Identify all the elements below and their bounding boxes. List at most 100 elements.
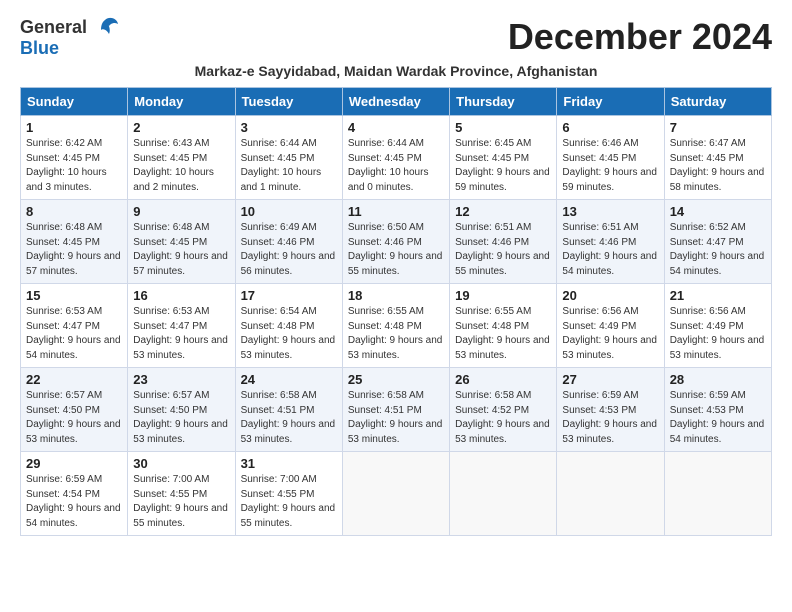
cell-info: Sunrise: 6:59 AMSunset: 4:54 PMDaylight:…: [26, 474, 121, 529]
cell-info: Sunrise: 7:00 AMSunset: 4:55 PMDaylight:…: [241, 474, 336, 529]
cell-info: Sunrise: 6:48 AMSunset: 4:45 PMDaylight:…: [26, 222, 121, 277]
day-number: 7: [670, 120, 766, 135]
calendar-cell: 31 Sunrise: 7:00 AMSunset: 4:55 PMDaylig…: [235, 452, 342, 536]
calendar-cell: 29 Sunrise: 6:59 AMSunset: 4:54 PMDaylig…: [21, 452, 128, 536]
day-number: 8: [26, 204, 122, 219]
calendar-cell: 25 Sunrise: 6:58 AMSunset: 4:51 PMDaylig…: [342, 368, 449, 452]
cell-info: Sunrise: 6:49 AMSunset: 4:46 PMDaylight:…: [241, 222, 336, 277]
cell-info: Sunrise: 6:55 AMSunset: 4:48 PMDaylight:…: [455, 306, 550, 361]
day-number: 11: [348, 204, 444, 219]
calendar-cell: [450, 452, 557, 536]
calendar-cell: 26 Sunrise: 6:58 AMSunset: 4:52 PMDaylig…: [450, 368, 557, 452]
cell-info: Sunrise: 6:58 AMSunset: 4:51 PMDaylight:…: [241, 390, 336, 445]
cell-info: Sunrise: 6:56 AMSunset: 4:49 PMDaylight:…: [670, 306, 765, 361]
cell-info: Sunrise: 6:57 AMSunset: 4:50 PMDaylight:…: [26, 390, 121, 445]
calendar-cell: [342, 452, 449, 536]
day-number: 3: [241, 120, 337, 135]
day-number: 30: [133, 456, 229, 471]
day-number: 1: [26, 120, 122, 135]
calendar-cell: 28 Sunrise: 6:59 AMSunset: 4:53 PMDaylig…: [664, 368, 771, 452]
day-number: 17: [241, 288, 337, 303]
weekday-header-saturday: Saturday: [664, 88, 771, 116]
cell-info: Sunrise: 6:53 AMSunset: 4:47 PMDaylight:…: [26, 306, 121, 361]
cell-info: Sunrise: 6:52 AMSunset: 4:47 PMDaylight:…: [670, 222, 765, 277]
weekday-header-wednesday: Wednesday: [342, 88, 449, 116]
calendar-cell: 30 Sunrise: 7:00 AMSunset: 4:55 PMDaylig…: [128, 452, 235, 536]
calendar-cell: 27 Sunrise: 6:59 AMSunset: 4:53 PMDaylig…: [557, 368, 664, 452]
day-number: 28: [670, 372, 766, 387]
day-number: 4: [348, 120, 444, 135]
calendar-cell: 13 Sunrise: 6:51 AMSunset: 4:46 PMDaylig…: [557, 200, 664, 284]
weekday-header-thursday: Thursday: [450, 88, 557, 116]
day-number: 19: [455, 288, 551, 303]
calendar-cell: 7 Sunrise: 6:47 AMSunset: 4:45 PMDayligh…: [664, 116, 771, 200]
month-title: December 2024: [508, 16, 772, 58]
cell-info: Sunrise: 6:44 AMSunset: 4:45 PMDaylight:…: [241, 138, 322, 193]
weekday-header-friday: Friday: [557, 88, 664, 116]
calendar-cell: 1 Sunrise: 6:42 AMSunset: 4:45 PMDayligh…: [21, 116, 128, 200]
day-number: 25: [348, 372, 444, 387]
calendar-week-2: 8 Sunrise: 6:48 AMSunset: 4:45 PMDayligh…: [21, 200, 772, 284]
day-number: 29: [26, 456, 122, 471]
cell-info: Sunrise: 6:45 AMSunset: 4:45 PMDaylight:…: [455, 138, 550, 193]
day-number: 31: [241, 456, 337, 471]
day-number: 20: [562, 288, 658, 303]
day-number: 24: [241, 372, 337, 387]
cell-info: Sunrise: 6:42 AMSunset: 4:45 PMDaylight:…: [26, 138, 107, 193]
day-number: 14: [670, 204, 766, 219]
day-number: 16: [133, 288, 229, 303]
calendar-table: SundayMondayTuesdayWednesdayThursdayFrid…: [20, 87, 772, 536]
calendar-week-3: 15 Sunrise: 6:53 AMSunset: 4:47 PMDaylig…: [21, 284, 772, 368]
logo: General Blue: [20, 16, 119, 59]
cell-info: Sunrise: 6:56 AMSunset: 4:49 PMDaylight:…: [562, 306, 657, 361]
weekday-header-tuesday: Tuesday: [235, 88, 342, 116]
cell-info: Sunrise: 6:57 AMSunset: 4:50 PMDaylight:…: [133, 390, 228, 445]
calendar-cell: 17 Sunrise: 6:54 AMSunset: 4:48 PMDaylig…: [235, 284, 342, 368]
logo-blue-text: Blue: [20, 38, 59, 58]
cell-info: Sunrise: 6:46 AMSunset: 4:45 PMDaylight:…: [562, 138, 657, 193]
day-number: 18: [348, 288, 444, 303]
day-number: 21: [670, 288, 766, 303]
calendar-cell: 22 Sunrise: 6:57 AMSunset: 4:50 PMDaylig…: [21, 368, 128, 452]
cell-info: Sunrise: 7:00 AMSunset: 4:55 PMDaylight:…: [133, 474, 228, 529]
calendar-cell: 12 Sunrise: 6:51 AMSunset: 4:46 PMDaylig…: [450, 200, 557, 284]
subtitle: Markaz-e Sayyidabad, Maidan Wardak Provi…: [20, 63, 772, 79]
cell-info: Sunrise: 6:44 AMSunset: 4:45 PMDaylight:…: [348, 138, 429, 193]
cell-info: Sunrise: 6:58 AMSunset: 4:52 PMDaylight:…: [455, 390, 550, 445]
calendar-cell: 4 Sunrise: 6:44 AMSunset: 4:45 PMDayligh…: [342, 116, 449, 200]
cell-info: Sunrise: 6:50 AMSunset: 4:46 PMDaylight:…: [348, 222, 443, 277]
cell-info: Sunrise: 6:54 AMSunset: 4:48 PMDaylight:…: [241, 306, 336, 361]
cell-info: Sunrise: 6:58 AMSunset: 4:51 PMDaylight:…: [348, 390, 443, 445]
calendar-week-1: 1 Sunrise: 6:42 AMSunset: 4:45 PMDayligh…: [21, 116, 772, 200]
weekday-header-row: SundayMondayTuesdayWednesdayThursdayFrid…: [21, 88, 772, 116]
day-number: 10: [241, 204, 337, 219]
day-number: 6: [562, 120, 658, 135]
day-number: 23: [133, 372, 229, 387]
cell-info: Sunrise: 6:59 AMSunset: 4:53 PMDaylight:…: [670, 390, 765, 445]
cell-info: Sunrise: 6:51 AMSunset: 4:46 PMDaylight:…: [455, 222, 550, 277]
calendar-cell: 24 Sunrise: 6:58 AMSunset: 4:51 PMDaylig…: [235, 368, 342, 452]
calendar-cell: [557, 452, 664, 536]
day-number: 2: [133, 120, 229, 135]
calendar-cell: 19 Sunrise: 6:55 AMSunset: 4:48 PMDaylig…: [450, 284, 557, 368]
calendar-cell: 11 Sunrise: 6:50 AMSunset: 4:46 PMDaylig…: [342, 200, 449, 284]
calendar-cell: 2 Sunrise: 6:43 AMSunset: 4:45 PMDayligh…: [128, 116, 235, 200]
day-number: 5: [455, 120, 551, 135]
calendar-cell: [664, 452, 771, 536]
day-number: 15: [26, 288, 122, 303]
day-number: 12: [455, 204, 551, 219]
logo-bird-icon: [91, 16, 119, 38]
day-number: 13: [562, 204, 658, 219]
day-number: 26: [455, 372, 551, 387]
calendar-week-5: 29 Sunrise: 6:59 AMSunset: 4:54 PMDaylig…: [21, 452, 772, 536]
calendar-cell: 9 Sunrise: 6:48 AMSunset: 4:45 PMDayligh…: [128, 200, 235, 284]
calendar-cell: 3 Sunrise: 6:44 AMSunset: 4:45 PMDayligh…: [235, 116, 342, 200]
calendar-cell: 21 Sunrise: 6:56 AMSunset: 4:49 PMDaylig…: [664, 284, 771, 368]
cell-info: Sunrise: 6:48 AMSunset: 4:45 PMDaylight:…: [133, 222, 228, 277]
cell-info: Sunrise: 6:51 AMSunset: 4:46 PMDaylight:…: [562, 222, 657, 277]
day-number: 27: [562, 372, 658, 387]
calendar-week-4: 22 Sunrise: 6:57 AMSunset: 4:50 PMDaylig…: [21, 368, 772, 452]
calendar-cell: 5 Sunrise: 6:45 AMSunset: 4:45 PMDayligh…: [450, 116, 557, 200]
calendar-cell: 6 Sunrise: 6:46 AMSunset: 4:45 PMDayligh…: [557, 116, 664, 200]
day-number: 22: [26, 372, 122, 387]
